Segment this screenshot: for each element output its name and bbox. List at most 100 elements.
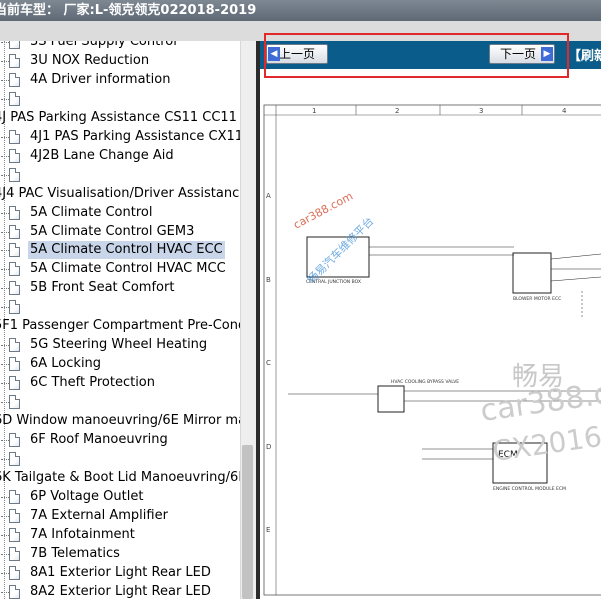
wiring-diagram[interactable]: 1 2 3 4 A B C D E F bbox=[260, 69, 601, 599]
row-letter: A bbox=[266, 192, 271, 200]
document-icon bbox=[9, 395, 20, 410]
tree-connector bbox=[1, 136, 9, 138]
document-icon bbox=[9, 262, 20, 277]
document-icon bbox=[9, 357, 20, 372]
document-icon bbox=[9, 72, 20, 87]
tree-item-label: 4J2B Lane Change Aid bbox=[30, 147, 174, 163]
document-icon bbox=[9, 281, 20, 296]
tree-item-label: 5A Climate Control HVAC ECC bbox=[28, 241, 225, 260]
tree-connector bbox=[1, 98, 9, 100]
tree-connector bbox=[1, 364, 9, 366]
tree-connector bbox=[1, 288, 9, 290]
tree-connector bbox=[1, 269, 9, 271]
watermark: car388.com bbox=[291, 190, 355, 232]
document-icon bbox=[9, 53, 20, 68]
tree-connector bbox=[1, 250, 9, 252]
tree-item-label: 7A External Amplifier bbox=[30, 507, 168, 523]
diagram-frame bbox=[263, 104, 601, 596]
document-icon bbox=[9, 91, 20, 106]
document-icon bbox=[9, 546, 20, 561]
highlight-box bbox=[264, 33, 569, 78]
tree-connector bbox=[1, 212, 9, 214]
tree-connector bbox=[1, 515, 9, 517]
tree-connector bbox=[1, 439, 9, 441]
refresh-button[interactable]: 【刷新 bbox=[568, 45, 601, 64]
tree-item-label: 8A2 Exterior Light Rear LED bbox=[30, 583, 211, 599]
tree-connector bbox=[1, 572, 9, 574]
row-letter: B bbox=[266, 276, 271, 284]
tree-item-label: 6K Tailgate & Boot Lid Manoeuvring/6M bbox=[0, 469, 240, 485]
tree-item-label: 6C Theft Protection bbox=[30, 375, 156, 391]
tree-connector bbox=[1, 496, 9, 498]
tree-item-label: 6D Window manoeuvring/6E Mirror ma bbox=[0, 413, 240, 428]
window-title: 当前车型： 厂家:L-领克领克022018-2019 bbox=[0, 3, 257, 18]
tree-connector bbox=[1, 553, 9, 555]
document-icon bbox=[9, 300, 20, 315]
tree-item-label: 4J4 PAC Visualisation/Driver Assistance bbox=[0, 185, 240, 201]
tree-connector bbox=[1, 402, 9, 404]
tree-item-label: 5F1 Passenger Compartment Pre-Cond bbox=[0, 318, 240, 334]
document-icon bbox=[9, 432, 20, 447]
bypass-valve-block[interactable] bbox=[377, 385, 405, 413]
tree-connector bbox=[1, 155, 9, 157]
document-icon bbox=[9, 41, 20, 49]
tree-item-label: 5A Climate Control HVAC MCC bbox=[30, 261, 226, 277]
document-icon bbox=[9, 129, 20, 144]
watermark: CX2016 bbox=[490, 420, 601, 468]
row-letter: D bbox=[266, 443, 271, 451]
blower-motor-block[interactable] bbox=[512, 252, 552, 294]
tree-connector bbox=[1, 307, 9, 309]
row-letter: E bbox=[266, 526, 270, 534]
bracket-icon: 【 bbox=[568, 49, 582, 64]
refresh-label: 刷新 bbox=[581, 49, 601, 64]
tree-item-label: 7A Infotainment bbox=[30, 526, 135, 542]
tree-connector bbox=[1, 60, 9, 62]
wire bbox=[550, 253, 601, 260]
tree-item-label: 4J PAS Parking Assistance CS11 CC11 bbox=[0, 109, 237, 125]
document-icon bbox=[9, 167, 20, 182]
document-icon bbox=[9, 205, 20, 220]
bypass-valve-label: HVAC COOLING BYPASS VALVE bbox=[391, 379, 459, 385]
blower-motor-label: BLOWER MOTOR ECC bbox=[513, 296, 561, 302]
tree-scrollbar-thumb[interactable] bbox=[242, 445, 253, 599]
tree-connector bbox=[1, 231, 9, 233]
document-icon bbox=[9, 224, 20, 239]
document-icon bbox=[9, 508, 20, 523]
tree-connector bbox=[1, 534, 9, 536]
document-icon bbox=[9, 584, 20, 599]
tree-item-label: 6A Locking bbox=[30, 356, 102, 372]
window-title-bar: 当前车型： 厂家:L-领克领克022018-2019 bbox=[0, 0, 601, 21]
document-tree[interactable]: 3S Fuel Supply Control 3U NOX Reduction 4A… bbox=[0, 41, 240, 599]
diagram-viewer: ◀ 上一页 下一页 ▶ 【刷新 1 2 3 4 A B C D E F bbox=[260, 41, 601, 599]
column-number: 4 bbox=[562, 107, 567, 115]
tree-connector bbox=[1, 79, 9, 81]
column-number: 1 bbox=[312, 107, 316, 115]
document-icon bbox=[9, 338, 20, 353]
column-number: 3 bbox=[479, 107, 483, 115]
tree-connector bbox=[1, 42, 9, 43]
tree-item-label: 8A1 Exterior Light Rear LED bbox=[30, 564, 211, 580]
document-icon bbox=[9, 565, 20, 580]
watermark: 畅易汽车维修平台 bbox=[304, 214, 376, 286]
column-number: 2 bbox=[395, 107, 399, 115]
wire bbox=[550, 276, 601, 282]
tree-connector bbox=[1, 458, 9, 460]
document-icon bbox=[9, 148, 20, 163]
ecm-label: ENGINE CONTROL MODULE ECM bbox=[493, 486, 566, 492]
tree-item-label: 4A Driver information bbox=[30, 71, 171, 87]
document-icon bbox=[9, 489, 20, 504]
row-letter: C bbox=[266, 359, 271, 367]
document-icon bbox=[9, 376, 20, 391]
tree-item-label: 7B Telematics bbox=[30, 545, 120, 561]
document-icon bbox=[9, 243, 20, 258]
tree-item-label: 5A Climate Control bbox=[30, 204, 153, 220]
tree-item-label: 3S Fuel Supply Control bbox=[30, 41, 177, 49]
tree-item-label: 5G Steering Wheel Heating bbox=[30, 337, 208, 353]
tree-item-label: 3U NOX Reduction bbox=[30, 52, 150, 68]
document-icon bbox=[9, 451, 20, 466]
tree-item-label: 5B Front Seat Comfort bbox=[30, 280, 175, 296]
document-icon bbox=[9, 527, 20, 542]
tree-connector bbox=[1, 345, 9, 347]
tree-item-label: 6P Voltage Outlet bbox=[30, 488, 144, 504]
tree-item-label: 4J1 PAS Parking Assistance CX11 bbox=[30, 128, 240, 144]
